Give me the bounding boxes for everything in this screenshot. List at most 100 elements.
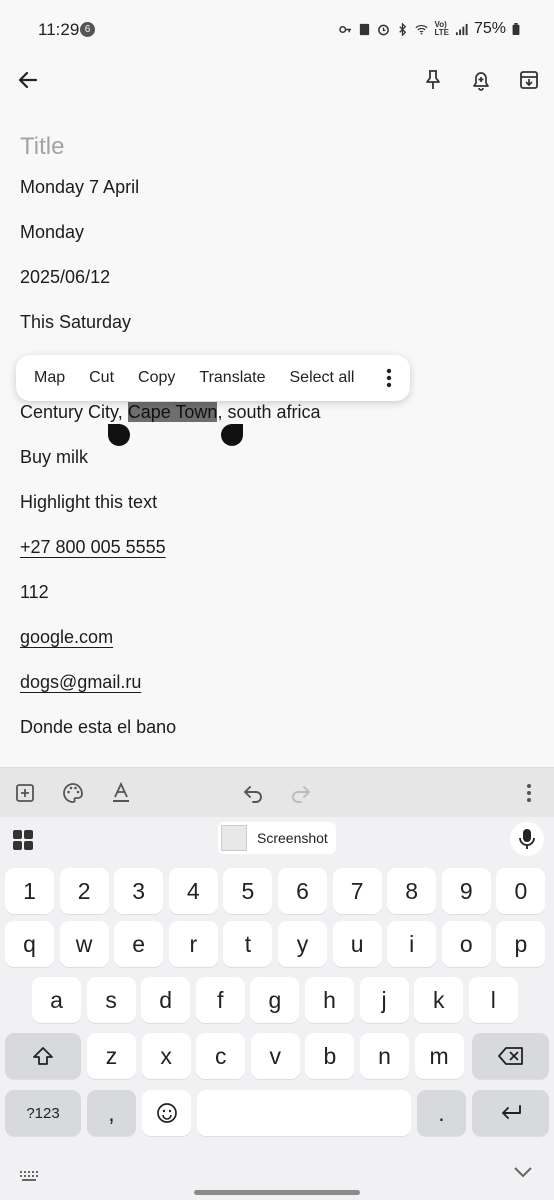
key-g[interactable]: g [250, 977, 300, 1023]
key-n[interactable]: n [360, 1033, 409, 1079]
status-bar: 11:29 6 Vo) LTE 75% [0, 0, 554, 60]
phone-link[interactable]: +27 800 005 5555 [20, 537, 166, 557]
undo-icon [244, 786, 262, 803]
more-vertical-icon[interactable] [386, 367, 392, 389]
text-format-icon [113, 782, 129, 802]
text-format-button[interactable] [108, 780, 134, 806]
key-7[interactable]: 7 [332, 868, 382, 914]
key-l[interactable]: l [468, 977, 518, 1023]
key-r[interactable]: r [168, 921, 218, 967]
email-link[interactable]: dogs@gmail.ru [20, 672, 141, 692]
key-u[interactable]: u [332, 921, 382, 967]
key-0[interactable]: 0 [496, 868, 546, 914]
volte-icon: Vo) LTE [434, 20, 449, 37]
key-c[interactable]: c [196, 1033, 246, 1079]
text-before-selection: Century City, [20, 402, 128, 422]
key-y[interactable]: y [278, 921, 327, 967]
note-more-button[interactable] [516, 780, 542, 806]
selection-handle-end[interactable] [221, 424, 243, 446]
app-notification-icon [360, 23, 370, 35]
redo-button[interactable] [288, 780, 314, 806]
selection-handle-start[interactable] [108, 424, 130, 446]
alarm-icon [378, 24, 390, 35]
menu-item-copy[interactable]: Copy [138, 369, 175, 387]
text-after-selection: , south africa [217, 402, 321, 422]
note-line: This Saturday [20, 312, 132, 332]
title-field[interactable]: Title [20, 130, 540, 164]
key-6[interactable]: 6 [278, 868, 327, 914]
note-body[interactable]: Title Monday 7 April Monday 2025/06/12 T… [20, 130, 540, 750]
key-k[interactable]: k [414, 977, 464, 1023]
symbols-key[interactable]: ?123 [5, 1090, 81, 1136]
key-icon [339, 25, 352, 33]
key-s[interactable]: s [86, 977, 136, 1023]
key-b[interactable]: b [305, 1033, 355, 1079]
key-p[interactable]: p [496, 921, 546, 967]
text-selection-menu: Map Cut Copy Translate Select all [16, 355, 410, 401]
backspace-key[interactable] [472, 1033, 549, 1079]
key-d[interactable]: d [141, 977, 191, 1023]
clipboard-suggestion[interactable]: Screenshot [218, 822, 336, 854]
shift-icon [33, 1047, 53, 1065]
key-4[interactable]: 4 [168, 868, 218, 914]
smiley-icon [156, 1103, 177, 1123]
hide-keyboard-button[interactable] [513, 1165, 533, 1184]
status-time: 11:29 [38, 20, 80, 39]
menu-item-translate[interactable]: Translate [199, 369, 265, 387]
key-5[interactable]: 5 [223, 868, 273, 914]
pin-button[interactable] [417, 64, 449, 96]
comma-key[interactable]: , [87, 1090, 136, 1136]
pin-icon [426, 70, 440, 89]
archive-icon [520, 71, 538, 89]
key-w[interactable]: w [59, 921, 109, 967]
undo-button[interactable] [240, 780, 266, 806]
archive-button[interactable] [513, 64, 545, 96]
keyboard-apps-icon[interactable] [12, 829, 34, 851]
space-key[interactable] [197, 1090, 411, 1136]
note-line: Buy milk [20, 447, 89, 467]
key-v[interactable]: v [250, 1033, 300, 1079]
period-key[interactable]: . [417, 1090, 466, 1136]
key-f[interactable]: f [195, 977, 245, 1023]
key-x[interactable]: x [141, 1033, 191, 1079]
selected-text[interactable]: Cape Town [127, 402, 218, 422]
website-link[interactable]: google.com [20, 627, 113, 647]
note-line: Monday 7 April [20, 177, 140, 197]
key-q[interactable]: q [5, 921, 54, 967]
shift-key[interactable] [5, 1033, 81, 1079]
note-line: 2025/06/12 [20, 267, 111, 287]
key-t[interactable]: t [223, 921, 273, 967]
voice-input-button[interactable] [510, 822, 544, 856]
gesture-navigation-bar[interactable] [194, 1190, 360, 1195]
key-8[interactable]: 8 [387, 868, 437, 914]
bluetooth-icon [399, 22, 407, 36]
note-line: 112 [20, 582, 49, 602]
key-o[interactable]: o [441, 921, 491, 967]
key-3[interactable]: 3 [114, 868, 164, 914]
add-content-button[interactable] [12, 780, 38, 806]
key-m[interactable]: m [414, 1033, 464, 1079]
key-e[interactable]: e [114, 921, 164, 967]
menu-item-map[interactable]: Map [34, 369, 65, 387]
enter-key[interactable] [472, 1090, 549, 1136]
menu-item-cut[interactable]: Cut [89, 369, 114, 387]
keyboard-grid-icon[interactable] [20, 1170, 40, 1188]
enter-icon [501, 1105, 521, 1119]
key-9[interactable]: 9 [441, 868, 491, 914]
key-a[interactable]: a [32, 977, 81, 1023]
key-2[interactable]: 2 [59, 868, 109, 914]
emoji-key[interactable] [142, 1090, 191, 1136]
key-j[interactable]: j [359, 977, 409, 1023]
add-box-icon [16, 784, 34, 802]
chevron-down-icon [514, 1167, 532, 1178]
keyboard: Screenshot 1234567890 qwertyuiop asdfghjkl… [0, 817, 554, 1200]
key-z[interactable]: z [87, 1033, 136, 1079]
key-h[interactable]: h [305, 977, 354, 1023]
background-options-button[interactable] [60, 780, 86, 806]
key-1[interactable]: 1 [5, 868, 54, 914]
clipboard-label: Screenshot [257, 830, 328, 846]
reminder-button[interactable] [465, 64, 497, 96]
back-button[interactable] [12, 64, 44, 96]
menu-item-select-all[interactable]: Select all [290, 369, 355, 387]
key-i[interactable]: i [387, 921, 437, 967]
